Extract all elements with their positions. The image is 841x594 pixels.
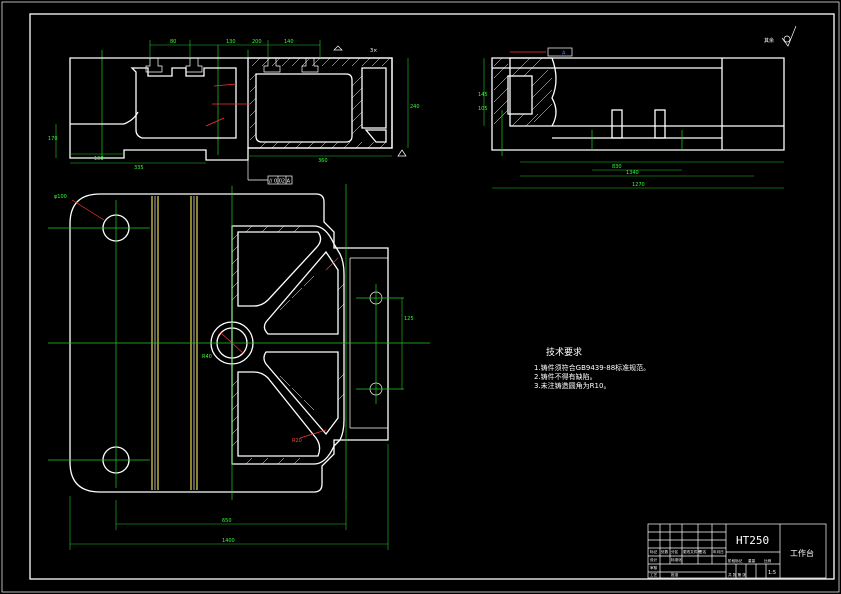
datum-label: A (562, 51, 566, 57)
tb-label-10: 重量 (748, 558, 756, 563)
tb-label-11: 比例 (764, 558, 772, 563)
drawing-sheet: 80 130 140 200 3× 100 335 360 240 170 83… (1, 1, 840, 593)
notes-title: 技术要求 (546, 346, 582, 358)
part-name: 工作台 (790, 548, 814, 558)
datum-triangles (333, 45, 407, 157)
dim-side-left-1: 145 (478, 92, 488, 98)
dim-plan-label-3: R20 (292, 438, 302, 444)
tb-label-8: 标准化 (671, 557, 682, 562)
inner-border (29, 13, 835, 580)
dim-side-bottom-3: 1270 (632, 182, 645, 188)
dim-front-top-3: 140 (284, 39, 294, 45)
tb-label-3: 分区 (671, 549, 679, 554)
dim-side-bottom-1: 830 (612, 164, 622, 170)
plan-view (48, 184, 430, 550)
notes-item-2: 2.铸件不得有缺陷。 (534, 372, 597, 381)
tb-label-9: 阶段标记 (728, 558, 743, 563)
notes-item-3: 3.未注铸造圆角为R10。 (534, 381, 610, 390)
tb-label-14: 批准 (671, 572, 679, 577)
dim-side-bottom-2: 1340 (626, 170, 639, 176)
dim-plan-bottom-1: 650 (222, 518, 232, 524)
dim-front-bottom-3: 360 (318, 158, 328, 164)
tb-label-15: 共 张 第 张 (728, 572, 746, 577)
dim-front-top-4: 200 (252, 39, 262, 45)
title-block: HT250 工作台 1:5 标记 处数 分区 更改文件号 签名 年月日 设计 标… (647, 523, 827, 579)
dim-plan-label-1: φ100 (54, 194, 67, 200)
dim-plan-bottom-2: 1400 (222, 538, 235, 544)
dim-plan-right-1: 125 (404, 316, 414, 322)
tb-label-2: 处数 (661, 549, 669, 554)
tb-label-5: 签名 (699, 549, 707, 554)
tb-label-12: 审核 (650, 565, 658, 570)
technical-notes: 技术要求 1.铸件须符合GB9439-88标准规范。 2.铸件不得有缺陷。 3.… (534, 346, 650, 390)
outer-border (1, 1, 840, 593)
dim-front-bottom-2: 335 (134, 165, 144, 171)
dim-front-right-2: 170 (48, 136, 58, 142)
front-section-view (55, 40, 409, 164)
dim-front-top-1: 80 (170, 39, 176, 45)
tolerance-text: // 0.02 A (269, 179, 291, 185)
tb-label-6: 年月日 (713, 549, 724, 554)
tb-label-1: 标记 (650, 549, 658, 554)
tb-label-7: 设计 (650, 557, 658, 562)
notes-item-1: 1.铸件须符合GB9439-88标准规范。 (534, 363, 650, 372)
material: HT250 (736, 534, 769, 547)
tb-label-13: 工艺 (650, 572, 658, 577)
scale: 1:5 (768, 570, 776, 576)
dim-front-top-2: 130 (226, 39, 236, 45)
dim-front-top-5: 3× (370, 48, 377, 54)
roughness-symbol: 其余 (764, 25, 797, 47)
dim-side-left-2: 105 (478, 106, 488, 112)
dim-front-right-1: 240 (410, 104, 420, 110)
dim-front-bottom-1: 100 (94, 156, 104, 162)
side-section-view (483, 51, 785, 189)
dim-plan-label-2: R40 (202, 354, 212, 360)
roughness-label: 其余 (764, 37, 774, 44)
